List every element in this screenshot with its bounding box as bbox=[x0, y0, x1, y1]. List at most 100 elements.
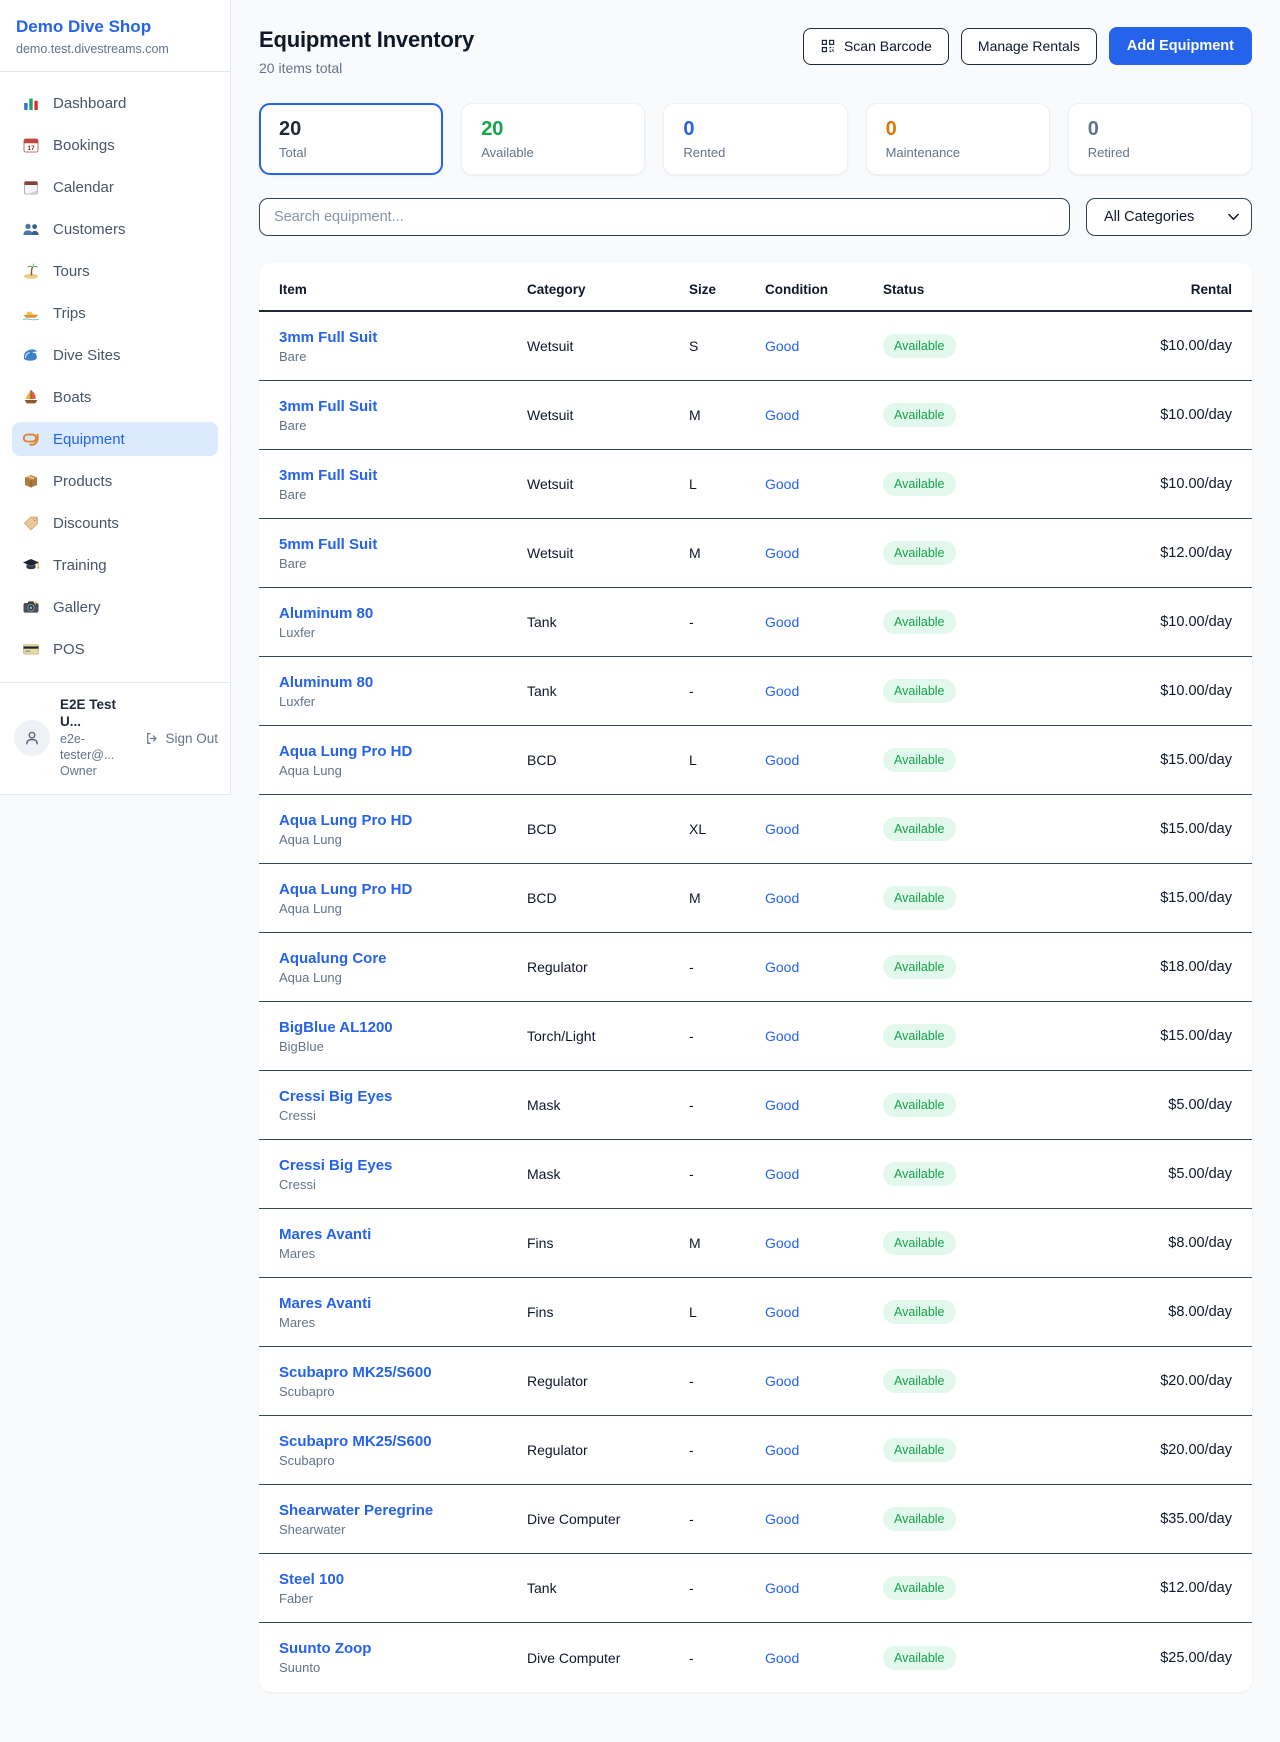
sidebar-item-label: Discounts bbox=[53, 515, 119, 532]
sidebar-item-label: Customers bbox=[53, 221, 126, 238]
item-name-link[interactable]: 3mm Full Suit bbox=[279, 329, 527, 346]
item-cell: Steel 100 Faber bbox=[279, 1571, 527, 1606]
condition-link[interactable]: Good bbox=[765, 1373, 883, 1389]
rental-price: $5.00/day bbox=[1063, 1097, 1232, 1113]
item-brand: Scubapro bbox=[279, 1384, 527, 1399]
item-cell: Aluminum 80 Luxfer bbox=[279, 605, 527, 640]
size-cell: S bbox=[689, 338, 765, 354]
item-name-link[interactable]: Aqua Lung Pro HD bbox=[279, 812, 527, 829]
category-select[interactable]: All Categories bbox=[1086, 198, 1252, 236]
status-badge: Available bbox=[883, 1438, 956, 1462]
item-name-link[interactable]: Aqua Lung Pro HD bbox=[279, 881, 527, 898]
stat-value: 0 bbox=[886, 118, 1030, 140]
sidebar-item-dashboard[interactable]: Dashboard bbox=[12, 86, 218, 120]
condition-link[interactable]: Good bbox=[765, 1097, 883, 1113]
status-badge: Available bbox=[883, 1300, 956, 1324]
stat-card-rented[interactable]: 0 Rented bbox=[663, 103, 847, 175]
category-cell: Dive Computer bbox=[527, 1650, 689, 1666]
item-cell: Mares Avanti Mares bbox=[279, 1295, 527, 1330]
stat-card-retired[interactable]: 0 Retired bbox=[1068, 103, 1252, 175]
size-cell: - bbox=[689, 614, 765, 630]
stat-card-maintenance[interactable]: 0 Maintenance bbox=[866, 103, 1050, 175]
item-name-link[interactable]: Aqualung Core bbox=[279, 950, 527, 967]
stat-card-available[interactable]: 20 Available bbox=[461, 103, 645, 175]
item-cell: Aluminum 80 Luxfer bbox=[279, 674, 527, 709]
item-name-link[interactable]: Mares Avanti bbox=[279, 1295, 527, 1312]
item-name-link[interactable]: Cressi Big Eyes bbox=[279, 1088, 527, 1105]
item-name-link[interactable]: Mares Avanti bbox=[279, 1226, 527, 1243]
stat-value: 0 bbox=[1088, 118, 1232, 140]
stat-label: Total bbox=[279, 145, 423, 160]
item-brand: Bare bbox=[279, 418, 527, 433]
condition-link[interactable]: Good bbox=[765, 1304, 883, 1320]
sidebar-item-dive-sites[interactable]: Dive Sites bbox=[12, 338, 218, 372]
column-header-item: Item bbox=[279, 282, 527, 297]
condition-link[interactable]: Good bbox=[765, 338, 883, 354]
item-cell: 5mm Full Suit Bare bbox=[279, 536, 527, 571]
calendar-icon bbox=[22, 178, 40, 196]
item-name-link[interactable]: 5mm Full Suit bbox=[279, 536, 527, 553]
stat-card-total[interactable]: 20 Total bbox=[259, 103, 443, 175]
item-name-link[interactable]: Aqua Lung Pro HD bbox=[279, 743, 527, 760]
status-badge: Available bbox=[883, 1369, 956, 1393]
sidebar-item-pos[interactable]: POS bbox=[12, 632, 218, 666]
sidebar-item-bookings[interactable]: 17 Bookings bbox=[12, 128, 218, 162]
rental-price: $15.00/day bbox=[1063, 890, 1232, 906]
condition-link[interactable]: Good bbox=[765, 1511, 883, 1527]
condition-link[interactable]: Good bbox=[765, 1235, 883, 1251]
condition-link[interactable]: Good bbox=[765, 1580, 883, 1596]
add-equipment-button[interactable]: Add Equipment bbox=[1109, 27, 1252, 65]
sidebar-item-customers[interactable]: Customers bbox=[12, 212, 218, 246]
sidebar-item-tours[interactable]: Tours bbox=[12, 254, 218, 288]
condition-link[interactable]: Good bbox=[765, 545, 883, 561]
item-name-link[interactable]: Shearwater Peregrine bbox=[279, 1502, 527, 1519]
status-cell: Available bbox=[883, 1369, 1063, 1393]
condition-link[interactable]: Good bbox=[765, 1166, 883, 1182]
item-cell: Scubapro MK25/S600 Scubapro bbox=[279, 1433, 527, 1468]
sidebar-item-products[interactable]: Products bbox=[12, 464, 218, 498]
category-cell: Tank bbox=[527, 614, 689, 630]
condition-link[interactable]: Good bbox=[765, 890, 883, 906]
item-name-link[interactable]: 3mm Full Suit bbox=[279, 467, 527, 484]
condition-link[interactable]: Good bbox=[765, 821, 883, 837]
condition-link[interactable]: Good bbox=[765, 407, 883, 423]
item-name-link[interactable]: BigBlue AL1200 bbox=[279, 1019, 527, 1036]
sidebar-item-trips[interactable]: Trips bbox=[12, 296, 218, 330]
item-name-link[interactable]: Suunto Zoop bbox=[279, 1640, 527, 1657]
scan-barcode-button[interactable]: Scan Barcode bbox=[803, 28, 949, 65]
sidebar-item-discounts[interactable]: Discounts bbox=[12, 506, 218, 540]
item-name-link[interactable]: Scubapro MK25/S600 bbox=[279, 1364, 527, 1381]
item-name-link[interactable]: Scubapro MK25/S600 bbox=[279, 1433, 527, 1450]
condition-link[interactable]: Good bbox=[765, 683, 883, 699]
size-cell: - bbox=[689, 1511, 765, 1527]
item-name-link[interactable]: Aluminum 80 bbox=[279, 674, 527, 691]
item-name-link[interactable]: Aluminum 80 bbox=[279, 605, 527, 622]
sign-out-button[interactable]: Sign Out bbox=[144, 731, 218, 746]
item-name-link[interactable]: Cressi Big Eyes bbox=[279, 1157, 527, 1174]
rental-price: $15.00/day bbox=[1063, 752, 1232, 768]
table-row: Aqualung Core Aqua Lung Regulator - Good… bbox=[259, 933, 1252, 1002]
condition-link[interactable]: Good bbox=[765, 476, 883, 492]
search-input[interactable] bbox=[259, 198, 1070, 236]
status-badge: Available bbox=[883, 610, 956, 634]
sidebar: Demo Dive Shop demo.test.divestreams.com… bbox=[0, 0, 231, 795]
stat-value: 20 bbox=[481, 118, 625, 140]
table-row: BigBlue AL1200 BigBlue Torch/Light - Goo… bbox=[259, 1002, 1252, 1071]
condition-link[interactable]: Good bbox=[765, 1442, 883, 1458]
sidebar-item-equipment[interactable]: Equipment bbox=[12, 422, 218, 456]
rental-price: $15.00/day bbox=[1063, 821, 1232, 837]
sidebar-item-training[interactable]: Training bbox=[12, 548, 218, 582]
manage-rentals-button[interactable]: Manage Rentals bbox=[961, 28, 1097, 65]
item-name-link[interactable]: 3mm Full Suit bbox=[279, 398, 527, 415]
sidebar-item-boats[interactable]: Boats bbox=[12, 380, 218, 414]
condition-link[interactable]: Good bbox=[765, 1650, 883, 1666]
condition-link[interactable]: Good bbox=[765, 959, 883, 975]
status-cell: Available bbox=[883, 886, 1063, 910]
sidebar-item-calendar[interactable]: Calendar bbox=[12, 170, 218, 204]
condition-link[interactable]: Good bbox=[765, 1028, 883, 1044]
condition-link[interactable]: Good bbox=[765, 752, 883, 768]
item-name-link[interactable]: Steel 100 bbox=[279, 1571, 527, 1588]
condition-link[interactable]: Good bbox=[765, 614, 883, 630]
status-cell: Available bbox=[883, 472, 1063, 496]
sidebar-item-gallery[interactable]: Gallery bbox=[12, 590, 218, 624]
